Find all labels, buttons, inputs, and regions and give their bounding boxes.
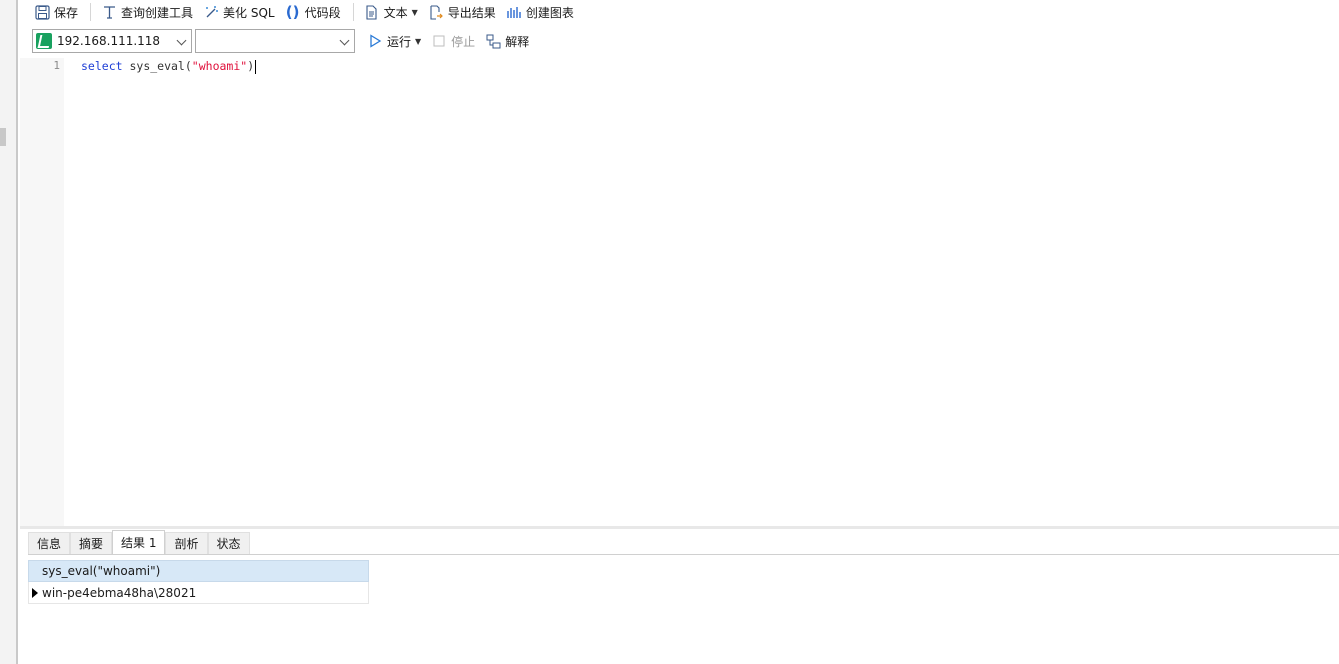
tab-profile[interactable]: 剖析 bbox=[165, 532, 208, 554]
connection-toolbar: 192.168.111.118 运行 ▼ 停止 解释 bbox=[20, 28, 1339, 54]
tab-status[interactable]: 状态 bbox=[207, 532, 250, 554]
tab-label: 结果 1 bbox=[121, 536, 157, 550]
tab-summary[interactable]: 摘要 bbox=[70, 532, 113, 554]
current-row-indicator-icon bbox=[32, 588, 38, 598]
code-line[interactable]: select sys_eval("whoami") bbox=[81, 59, 257, 74]
query-builder-label: 查询创建工具 bbox=[121, 5, 194, 20]
magic-wand-icon bbox=[203, 4, 219, 20]
column-header-label: sys_eval("whoami") bbox=[42, 564, 161, 578]
text-cursor bbox=[255, 59, 257, 74]
create-chart-label: 创建图表 bbox=[525, 5, 574, 20]
left-panel-edge bbox=[0, 0, 18, 664]
tab-info[interactable]: 信息 bbox=[28, 532, 71, 554]
table-row[interactable]: win-pe4ebma48ha\28021 bbox=[28, 582, 369, 604]
main-toolbar: 保存 查询创建工具 美化 SQL () 代码段 文本 ▼ 导出结果 创建图表 bbox=[20, 0, 1339, 24]
sql-string: "whoami" bbox=[191, 59, 248, 73]
parentheses-icon: () bbox=[285, 3, 300, 21]
dropdown-caret-icon: ▼ bbox=[415, 36, 422, 46]
query-builder-icon bbox=[101, 4, 117, 20]
explain-icon bbox=[485, 33, 501, 49]
connection-value: 192.168.111.118 bbox=[57, 34, 161, 48]
sql-keyword: select bbox=[81, 59, 123, 73]
connection-select[interactable]: 192.168.111.118 bbox=[32, 29, 192, 53]
table-cell[interactable]: win-pe4ebma48ha\28021 bbox=[42, 586, 196, 600]
explain-button[interactable]: 解释 bbox=[481, 30, 533, 52]
sql-editor[interactable]: 1 select sys_eval("whoami") bbox=[20, 58, 1339, 526]
export-result-label: 导出结果 bbox=[447, 5, 496, 20]
tab-label: 状态 bbox=[216, 537, 241, 551]
stop-icon bbox=[431, 33, 447, 49]
explain-label: 解释 bbox=[505, 34, 530, 49]
text-mode-label: 文本 bbox=[383, 5, 408, 20]
code-snippet-button[interactable]: () 代码段 bbox=[281, 1, 345, 23]
panel-resize-handle[interactable] bbox=[0, 128, 6, 146]
toolbar-divider bbox=[90, 3, 92, 21]
save-label: 保存 bbox=[54, 5, 79, 20]
result-grid: sys_eval("whoami") win-pe4ebma48ha\28021 bbox=[28, 560, 369, 604]
text-mode-button[interactable]: 文本 ▼ bbox=[360, 1, 422, 23]
line-number: 1 bbox=[53, 59, 60, 72]
beautify-sql-label: 美化 SQL bbox=[223, 5, 275, 20]
tab-result-1[interactable]: 结果 1 bbox=[112, 530, 166, 554]
column-header[interactable]: sys_eval("whoami") bbox=[28, 560, 369, 582]
create-chart-button[interactable]: 创建图表 bbox=[502, 1, 578, 23]
chevron-down-icon bbox=[176, 35, 187, 46]
run-label: 运行 bbox=[387, 34, 412, 49]
editor-result-splitter[interactable] bbox=[20, 526, 1339, 529]
line-number-gutter: 1 bbox=[20, 58, 64, 526]
tab-label: 摘要 bbox=[79, 537, 104, 551]
save-button[interactable]: 保存 bbox=[30, 1, 82, 23]
document-icon bbox=[364, 4, 380, 20]
sql-close-paren: ) bbox=[247, 59, 255, 73]
sql-function: sys_eval( bbox=[122, 59, 192, 73]
dropdown-caret-icon: ▼ bbox=[411, 7, 418, 17]
beautify-sql-button[interactable]: 美化 SQL bbox=[199, 1, 279, 23]
query-window: 保存 查询创建工具 美化 SQL () 代码段 文本 ▼ 导出结果 创建图表 1… bbox=[20, 0, 1339, 664]
result-tabs: 信息 摘要 结果 1 剖析 状态 bbox=[28, 530, 250, 554]
chevron-down-icon bbox=[339, 35, 350, 46]
tab-label: 剖析 bbox=[174, 537, 199, 551]
stop-button[interactable]: 停止 bbox=[427, 30, 479, 52]
export-result-button[interactable]: 导出结果 bbox=[424, 1, 500, 23]
mysql-connection-icon bbox=[36, 33, 52, 49]
chart-icon bbox=[506, 4, 522, 20]
run-button[interactable]: 运行 ▼ bbox=[363, 30, 425, 52]
tab-strip-divider bbox=[28, 554, 1339, 555]
database-select[interactable] bbox=[195, 29, 355, 53]
tab-label: 信息 bbox=[37, 537, 62, 551]
query-builder-button[interactable]: 查询创建工具 bbox=[97, 1, 197, 23]
stop-label: 停止 bbox=[451, 34, 476, 49]
play-icon bbox=[367, 33, 383, 49]
toolbar-divider bbox=[352, 3, 354, 21]
save-icon bbox=[34, 4, 50, 20]
code-snippet-label: 代码段 bbox=[304, 5, 341, 20]
export-icon bbox=[428, 4, 444, 20]
